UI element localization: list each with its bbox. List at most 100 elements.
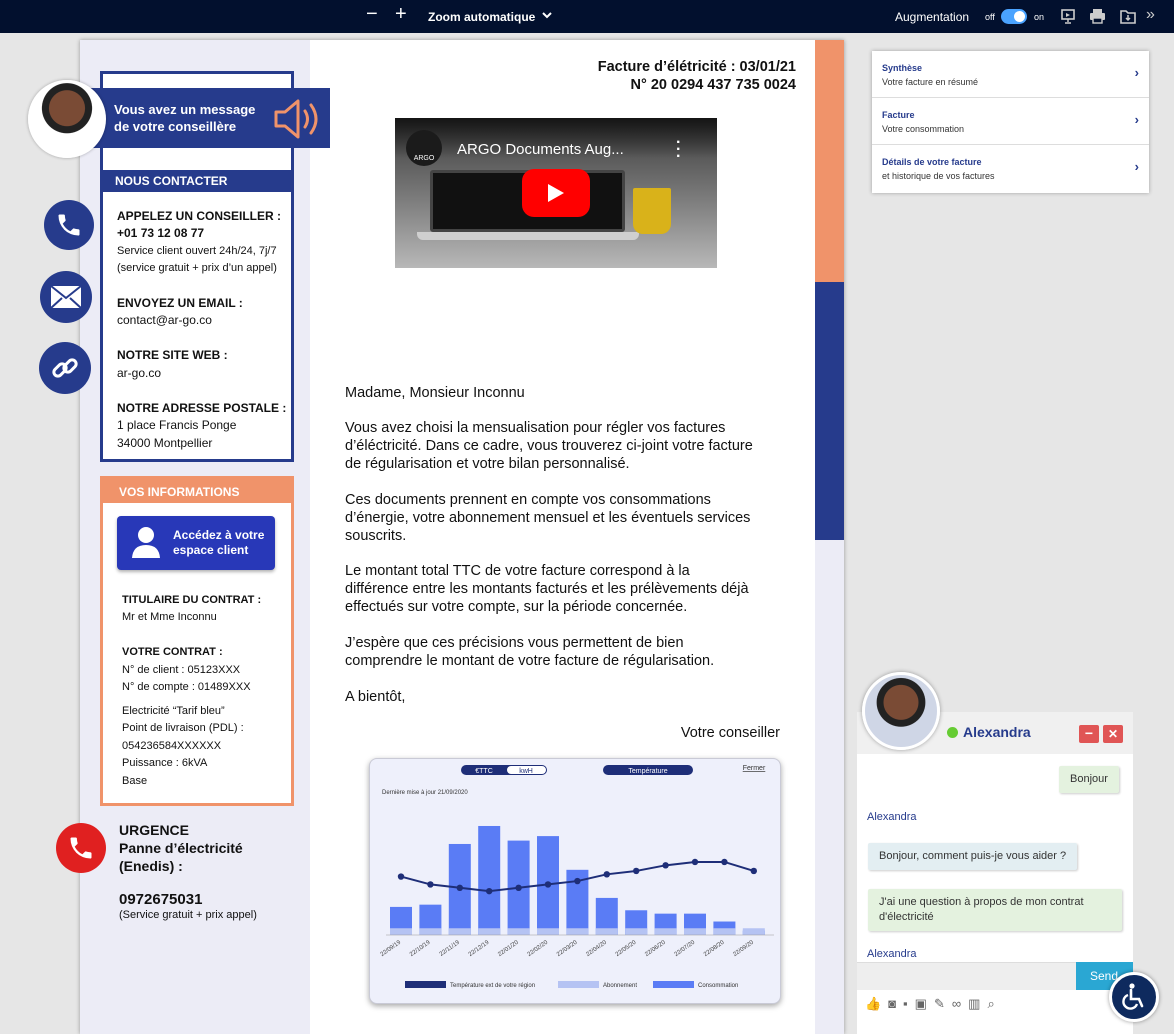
emergency-number[interactable]: 0972675031 <box>119 891 202 908</box>
x-tick-label: 22/09/19 <box>380 939 403 958</box>
advisor-avatar <box>28 80 106 158</box>
phone-number[interactable]: +01 73 12 08 77 <box>117 226 204 240</box>
pdl-value: 054236584XXXXXX <box>122 740 222 752</box>
web-link[interactable]: ar-go.co <box>117 365 161 382</box>
phone-title: APPELEZ UN CONSEILLER : <box>117 209 282 223</box>
play-button[interactable] <box>522 169 590 217</box>
video-player[interactable]: ARGO ARGO Documents Aug... · · · <box>395 118 717 268</box>
consumption-chart: €TTC kwH Température Fermer Dernière mise à … <box>380 765 774 989</box>
email-link[interactable]: contact@ar-go.co <box>117 312 212 329</box>
stripe-light <box>815 540 844 1034</box>
presentation-icon[interactable] <box>1060 8 1076 27</box>
zoom-out-button[interactable]: − <box>366 3 378 26</box>
chat-agent-name: Alexandra <box>963 724 1031 740</box>
menu-item-title: Synthèse <box>882 63 923 73</box>
minimize-icon[interactable]: − <box>1079 725 1099 743</box>
chat-sender-label: Alexandra <box>867 811 917 823</box>
accessibility-icon[interactable] <box>1109 972 1159 1022</box>
chat-widget: Alexandra − ✕ Bonjour Alexandra Bonjour,… <box>857 712 1133 1034</box>
video-icon[interactable]: ▪ <box>903 996 915 1011</box>
letter-signature: Votre conseiller <box>680 725 780 741</box>
advisor-message-banner[interactable]: Vous avez un message de votre conseillèr… <box>90 88 330 148</box>
online-status-dot <box>947 727 958 738</box>
bar-abonnement <box>448 928 471 935</box>
chevron-down-icon[interactable] <box>541 9 553 24</box>
bar-abonnement <box>713 928 736 935</box>
like-icon[interactable]: 👍 <box>865 996 888 1011</box>
temperature-point <box>427 881 434 888</box>
x-tick-label: 22/09/20 <box>732 939 755 958</box>
holder-title: TITULAIRE DU CONTRAT : <box>122 594 262 606</box>
bar-abonnement <box>507 928 530 935</box>
x-tick-label: 22/08/20 <box>703 939 726 958</box>
camera-icon[interactable]: ◙ <box>888 996 903 1011</box>
holder-name: Mr et Mme Inconnu <box>122 611 217 623</box>
menu-item-subtitle: Votre consommation <box>882 124 965 134</box>
web-title: NOTRE SITE WEB : <box>117 348 228 362</box>
pdl-label: Point de livraison (PDL) : <box>122 722 244 734</box>
zoom-in-button[interactable]: + <box>395 3 407 26</box>
consumption-chart-card: €TTC kwH Température Fermer Dernière mise à … <box>369 758 781 1004</box>
chat-input[interactable] <box>857 962 1076 990</box>
bar-abonnement <box>478 928 501 935</box>
client-space-button[interactable]: Accédez à votre espace client <box>117 516 275 570</box>
menu-item-subtitle: et historique de vos factures <box>882 171 995 181</box>
x-tick-label: 22/01/20 <box>497 939 520 958</box>
chat-sender-label: Alexandra <box>867 948 917 960</box>
bar-abonnement <box>742 928 765 935</box>
attach-icon[interactable]: ✎ <box>934 996 952 1011</box>
print-icon[interactable] <box>1089 8 1106 27</box>
menu-item-facture[interactable]: Facture Votre consommation › <box>872 98 1149 145</box>
chat-message-user: J'ai une question à propos de mon contra… <box>868 889 1122 931</box>
search-icon[interactable]: ⌕ <box>987 996 1001 1011</box>
trash-icon[interactable]: ▥ <box>968 996 987 1011</box>
client-number: N° de client : 05123XXX <box>122 664 241 676</box>
letter-closing: A bientôt, <box>345 689 406 705</box>
close-icon[interactable]: ✕ <box>1103 725 1123 743</box>
on-label: on <box>1034 12 1045 22</box>
bar-abonnement <box>625 928 648 935</box>
double-chevron-icon[interactable]: » <box>1146 6 1155 24</box>
video-title: ARGO Documents Aug... <box>457 141 624 158</box>
letter-greeting: Madame, Monsieur Inconnu <box>345 385 525 401</box>
stripe-blue <box>815 282 844 540</box>
tarif: Electricité “Tarif bleu” <box>122 705 225 717</box>
menu-item-synthese[interactable]: Synthèse Votre facture en résumé › <box>872 51 1149 98</box>
speaker-icon[interactable] <box>272 96 328 142</box>
letter-paragraph-3: Le montant total TTC de votre facture co… <box>345 563 749 615</box>
bar-abonnement <box>537 928 559 935</box>
temperature-point <box>662 862 669 869</box>
emergency-block: URGENCE Panne d’électricité (Enedis) : <box>119 821 243 875</box>
temperature-point <box>721 858 728 866</box>
image-icon[interactable]: ▣ <box>915 996 934 1011</box>
phone-icon[interactable] <box>44 200 94 250</box>
link-icon[interactable] <box>39 342 91 394</box>
letter-paragraph-4: J’espère que ces précisions vous permett… <box>345 635 715 669</box>
chat-agent-avatar <box>862 672 940 750</box>
temperature-point <box>544 881 552 888</box>
link-chat-icon[interactable]: ∞ <box>952 996 968 1011</box>
temperature-point <box>397 873 405 880</box>
zoom-select[interactable]: Zoom automatique <box>428 10 535 24</box>
menu-item-details[interactable]: Détails de votre facture et historique d… <box>872 145 1149 192</box>
menu-item-title: Détails de votre facture <box>882 157 982 167</box>
phone-note-2: (service gratuit + prix d’un appel) <box>117 262 277 274</box>
invoice-number: N° 20 0294 437 735 0024 <box>630 77 796 93</box>
augmentation-toggle[interactable] <box>1001 9 1027 24</box>
email-icon[interactable] <box>40 271 92 323</box>
temperature-point <box>750 867 757 875</box>
video-more-icon[interactable]: · · · <box>676 135 681 165</box>
download-icon[interactable] <box>1120 8 1136 27</box>
chevron-right-icon: › <box>1134 159 1139 174</box>
emergency-phone-icon[interactable] <box>56 823 106 873</box>
x-tick-label: 22/11/19 <box>439 939 462 957</box>
client-space-line-1: Accédez à votre <box>173 528 265 542</box>
x-tick-label: 22/07/20 <box>674 939 697 958</box>
chat-tools: 👍◙▪▣✎∞▥⌕ <box>865 996 1002 1012</box>
legend-swatch <box>653 981 694 988</box>
option: Base <box>122 775 148 787</box>
tab-kwh: kwH <box>519 768 533 775</box>
temperature-point <box>603 871 610 878</box>
email-title: ENVOYEZ UN EMAIL : <box>117 296 243 310</box>
x-tick-label: 22/02/20 <box>527 939 550 958</box>
